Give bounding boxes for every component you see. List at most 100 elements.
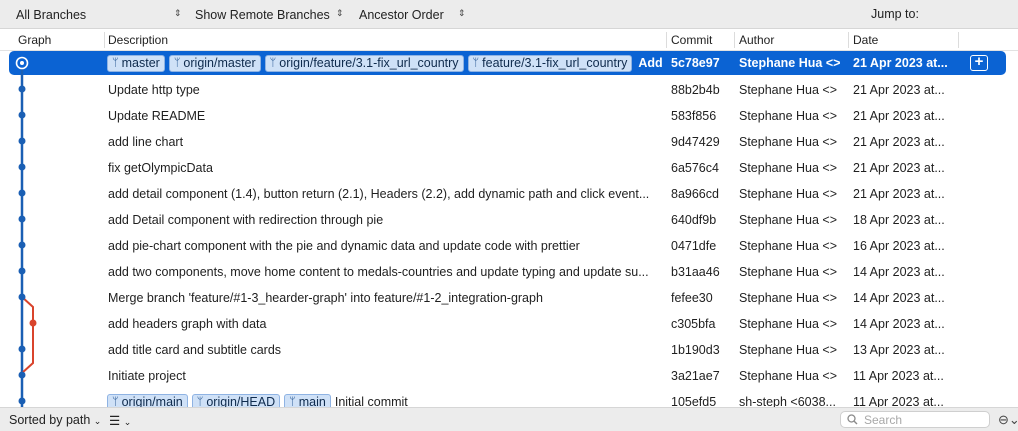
updown-icon[interactable]: ⇕ xyxy=(458,8,466,19)
table-row[interactable]: add detail component (1.4), button retur… xyxy=(0,181,1018,207)
commit-date: 18 Apr 2023 at... xyxy=(853,213,945,227)
commit-message: add line chart xyxy=(108,135,184,149)
graph-node-branch xyxy=(29,319,37,327)
table-row[interactable]: ᛘ origin/main ᛘ origin/HEAD ᛘ main Initial … xyxy=(0,389,1018,407)
graph-node xyxy=(18,163,26,171)
commit-message: Update README xyxy=(108,109,206,123)
branch-tag[interactable]: ᛘ origin/master xyxy=(168,54,261,72)
graph-node xyxy=(18,85,26,93)
table-row[interactable]: add Detail component with redirection th… xyxy=(0,207,1018,233)
commit-author: sh-steph <6038... xyxy=(739,395,836,407)
branch-tag[interactable]: ᛘ master xyxy=(107,54,165,72)
commit-hash: b31aa46 xyxy=(671,265,720,279)
table-row[interactable]: add two components, move home content to… xyxy=(0,259,1018,285)
commit-list: ᛘ master ᛘ origin/master ᛘ origin/feature/3… xyxy=(0,51,1018,407)
table-row[interactable]: add line chart 9d47429 Stephane Hua <> 2… xyxy=(0,129,1018,155)
commit-message: Initiate project xyxy=(108,369,186,383)
row-description: ᛘ origin/main ᛘ origin/HEAD ᛘ main Initial … xyxy=(107,389,663,407)
table-row[interactable]: add headers graph with data c305bfa Step… xyxy=(0,311,1018,337)
remote-branches-label: Show Remote Branches xyxy=(195,7,330,22)
column-date[interactable]: Date xyxy=(853,33,878,47)
column-description[interactable]: Description xyxy=(108,33,168,47)
table-row[interactable]: add title card and subtitle cards 1b190d… xyxy=(0,337,1018,363)
column-divider[interactable] xyxy=(848,32,849,48)
branch-tag[interactable]: ᛘ origin/feature/3.1-fix_url_country xyxy=(264,54,464,72)
table-row[interactable]: Initiate project 3a21ae7 Stephane Hua <>… xyxy=(0,363,1018,389)
branch-tag[interactable]: ᛘ origin/main xyxy=(107,393,188,407)
table-row[interactable]: ᛘ master ᛘ origin/master ᛘ origin/feature/3… xyxy=(0,51,1018,77)
toolbar: All Branches ⇕ Show Remote Branches ⇕ An… xyxy=(0,0,1018,29)
commit-date: 21 Apr 2023 at... xyxy=(853,135,945,149)
order-select-label: Ancestor Order xyxy=(359,7,444,22)
table-row[interactable]: Merge branch 'feature/#1-3_hearder-graph… xyxy=(0,285,1018,311)
column-commit[interactable]: Commit xyxy=(671,33,712,47)
graph-node xyxy=(18,345,26,353)
column-divider[interactable] xyxy=(734,32,735,48)
branch-tag-label: master xyxy=(121,55,160,70)
list-options-button[interactable]: ☰ ⌄ xyxy=(109,413,131,428)
status-bar: Sorted by path ⌄ ☰ ⌄ ⊖⌄ xyxy=(0,407,1018,431)
commit-hash: 0471dfe xyxy=(671,239,717,253)
commit-author: Stephane Hua <> xyxy=(739,213,837,227)
search-input[interactable] xyxy=(864,412,974,427)
updown-icon[interactable]: ⇕ xyxy=(174,8,182,19)
updown-icon[interactable]: ⇕ xyxy=(336,8,344,19)
graph-head-dot xyxy=(20,61,24,65)
commit-message: add title card and subtitle cards xyxy=(108,343,282,357)
column-divider[interactable] xyxy=(104,32,105,48)
search-field[interactable] xyxy=(840,411,990,428)
commit-hash: 105efd5 xyxy=(671,395,717,407)
remote-branches-select[interactable]: Show Remote Branches xyxy=(195,7,330,22)
chevron-down-icon: ⌄ xyxy=(123,417,132,427)
graph-node xyxy=(18,371,26,379)
table-row[interactable]: Update README 583f856 Stephane Hua <> 21… xyxy=(0,103,1018,129)
sort-menu[interactable]: Sorted by path ⌄ xyxy=(9,413,101,427)
commit-hash: fefee30 xyxy=(671,291,713,305)
table-row[interactable]: fix getOlympicData 6a576c4 Stephane Hua … xyxy=(0,155,1018,181)
branch-tag[interactable]: ᛘ origin/HEAD xyxy=(191,393,281,407)
branches-select[interactable]: All Branches xyxy=(16,7,86,22)
commit-author: Stephane Hua <> xyxy=(739,343,837,357)
branch-tag[interactable]: ᛘ main xyxy=(284,393,331,407)
table-row[interactable]: Update http type 88b2b4b Stephane Hua <>… xyxy=(0,77,1018,103)
commit-author: Stephane Hua <> xyxy=(739,239,837,253)
jump-to-label[interactable]: Jump to: xyxy=(871,7,919,21)
graph-node xyxy=(18,397,26,405)
column-graph[interactable]: Graph xyxy=(18,33,51,47)
commit-author: Stephane Hua <> xyxy=(739,109,837,123)
commit-hash: 9d47429 xyxy=(671,135,720,149)
table-row[interactable]: add pie-chart component with the pie and… xyxy=(0,233,1018,259)
graph-node xyxy=(18,241,26,249)
row-description: ᛘ master ᛘ origin/master ᛘ origin/feature/3… xyxy=(107,51,663,75)
commit-date: 14 Apr 2023 at... xyxy=(853,291,945,305)
graph-node xyxy=(18,215,26,223)
branch-tag-label: origin/feature/3.1-fix_url_country xyxy=(279,55,459,70)
order-select[interactable]: Ancestor Order xyxy=(359,7,444,22)
graph-node xyxy=(18,137,26,145)
branch-tag-label: feature/3.1-fix_url_country xyxy=(482,55,628,70)
graph-node xyxy=(18,111,26,119)
commit-message: add detail component (1.4), button retur… xyxy=(108,187,650,201)
graph-node xyxy=(18,293,26,301)
commit-hash: c305bfa xyxy=(671,317,716,331)
commit-hash: 5c78e97 xyxy=(671,56,720,70)
commit-hash: 88b2b4b xyxy=(671,83,720,97)
column-divider[interactable] xyxy=(666,32,667,48)
column-author[interactable]: Author xyxy=(739,33,774,47)
branch-icon: ᛘ xyxy=(112,56,119,69)
commit-date: 21 Apr 2023 at... xyxy=(853,109,945,123)
commit-message: fix getOlympicData xyxy=(108,161,213,175)
column-divider[interactable] xyxy=(958,32,959,48)
more-icon[interactable]: ⊖⌄ xyxy=(998,412,1018,428)
commit-date: 14 Apr 2023 at... xyxy=(853,265,945,279)
chevron-down-icon: ⌄ xyxy=(93,416,102,426)
plus-icon[interactable]: + xyxy=(970,54,988,71)
commit-message: Merge branch 'feature/#1-3_hearder-graph… xyxy=(108,291,543,305)
list-icon: ☰ xyxy=(109,414,121,428)
commit-hash: 8a966cd xyxy=(671,187,719,201)
commit-hash: 6a576c4 xyxy=(671,161,719,175)
branch-icon: ᛘ xyxy=(173,56,181,69)
commit-date: 21 Apr 2023 at... xyxy=(853,161,945,175)
branch-tag-label: origin/master xyxy=(183,55,256,70)
branch-tag[interactable]: ᛘ feature/3.1-fix_url_country xyxy=(467,54,633,72)
